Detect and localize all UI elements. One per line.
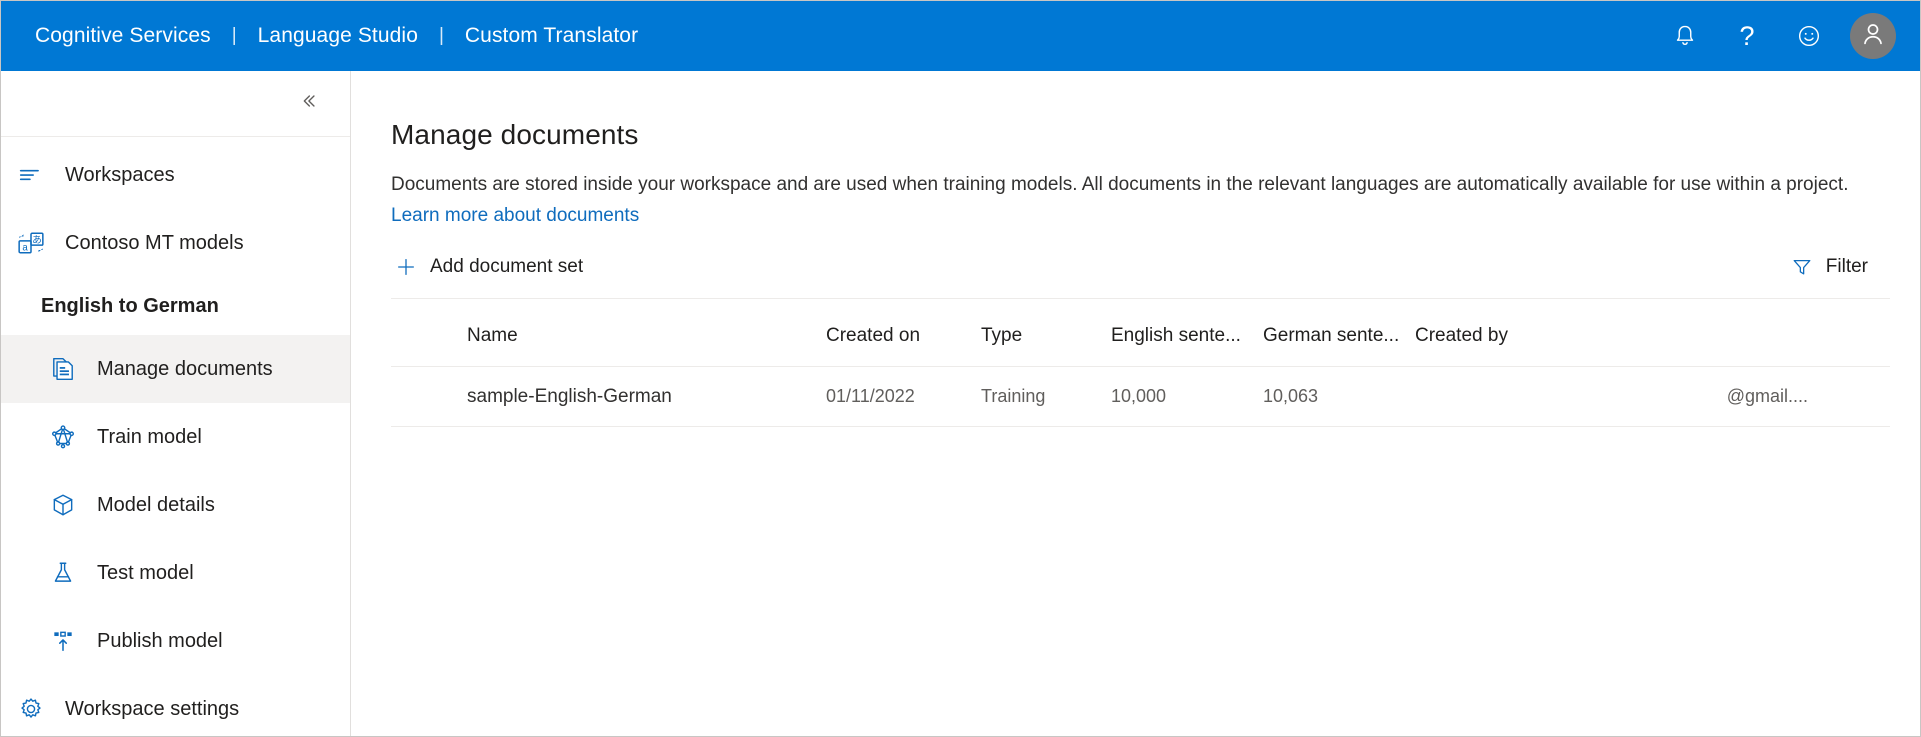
funnel-icon [1791,256,1813,278]
brand-breadcrumb: Cognitive Services | Language Studio | C… [35,24,638,48]
page-description-text: Documents are stored inside your workspa… [391,174,1849,195]
question-mark-icon: ? [1739,20,1755,51]
documents-icon [41,356,85,382]
sidebar-item-label: Contoso MT models [65,231,244,254]
documents-table: Name Created on Type English sente... Ge… [391,305,1890,427]
package-icon [41,492,85,518]
table-row[interactable]: sample-English-German 01/11/2022 Trainin… [391,367,1890,427]
sidebar-item-label: Publish model [97,629,223,652]
help-button[interactable]: ? [1716,5,1778,67]
app-body: Workspaces a あ Contoso MT models English… [1,71,1920,736]
cell-name: sample-English-German [467,385,672,407]
page-description: Documents are stored inside your workspa… [391,169,1890,231]
cell-german-sentences: 10,063 [1263,386,1319,406]
double-chevron-left-icon [297,90,319,117]
workspaces-icon [9,162,53,188]
svg-text:a: a [22,243,28,254]
collapse-sidebar-button[interactable] [291,87,325,121]
brand-link-language-studio[interactable]: Language Studio [258,24,418,48]
filter-label: Filter [1825,256,1868,277]
translation-models-icon: a あ [9,229,53,257]
gear-icon [9,696,53,722]
cell-created-on: 01/11/2022 [826,386,915,406]
bell-icon [1672,23,1698,49]
cell-english-sentences: 10,000 [1111,386,1167,406]
publish-icon [41,628,85,654]
flask-icon [41,560,85,586]
feedback-button[interactable] [1778,5,1840,67]
custom-translator-app: Cognitive Services | Language Studio | C… [0,0,1921,737]
add-document-set-label: Add document set [430,256,584,277]
brand-separator-1: | [231,25,237,46]
filter-button[interactable]: Filter [1787,250,1890,284]
sidebar-item-label: Workspace settings [65,697,240,720]
main-content-panel: Manage documents Documents are stored in… [351,71,1920,736]
sidebar-item-label: Test model [97,561,194,584]
column-header-name[interactable]: Name [391,325,826,347]
sidebar-item-train-model[interactable]: Train model [1,403,350,471]
column-header-english-sentences[interactable]: English sente... [1111,325,1263,347]
sidebar-item-test-model[interactable]: Test model [1,539,350,607]
sidebar-header [1,71,350,137]
sidebar-item-model-details[interactable]: Model details [1,471,350,539]
sidebar-item-label: Model details [97,493,215,516]
sidebar-item-label: Manage documents [97,357,273,380]
cell-created-by: @gmail.... [1726,386,1808,406]
smiley-icon [1796,23,1822,49]
sidebar-item-manage-documents[interactable]: Manage documents [1,335,350,403]
command-toolbar: Add document set Filter [391,250,1890,299]
column-header-created-on[interactable]: Created on [826,325,981,347]
table-header-row: Name Created on Type English sente... Ge… [391,305,1890,367]
sidebar-item-contoso-mt-models[interactable]: a あ Contoso MT models [1,209,350,277]
sidebar-project-section-label: English to German [41,294,219,317]
sidebar-item-publish-model[interactable]: Publish model [1,607,350,675]
brand-link-cognitive-services[interactable]: Cognitive Services [35,24,211,48]
sidebar-item-label: Workspaces [65,163,175,186]
column-header-german-sentences[interactable]: German sente... [1263,325,1415,347]
add-document-set-button[interactable]: Add document set [391,250,587,284]
cell-type: Training [981,386,1046,406]
brand-link-custom-translator[interactable]: Custom Translator [465,24,638,48]
sidebar-item-workspaces[interactable]: Workspaces [1,141,350,209]
header-actions: ? [1654,5,1896,67]
plus-icon [395,256,417,278]
account-button[interactable] [1850,13,1896,59]
learn-more-link[interactable]: Learn more about documents [391,205,639,226]
page-title: Manage documents [391,119,639,150]
column-header-created-by[interactable]: Created by [1415,325,1890,347]
sidebar-item-workspace-settings[interactable]: Workspace settings [1,675,350,736]
train-model-icon [41,424,85,450]
account-avatar-icon [1858,19,1888,54]
top-header-bar: Cognitive Services | Language Studio | C… [1,1,1920,71]
sidebar-nav: Workspaces a あ Contoso MT models English… [1,137,350,736]
left-navigation-sidebar: Workspaces a あ Contoso MT models English… [1,71,351,736]
notifications-button[interactable] [1654,5,1716,67]
svg-text:あ: あ [32,234,42,246]
sidebar-item-label: Train model [97,425,202,448]
column-header-type[interactable]: Type [981,325,1111,347]
brand-separator-2: | [438,25,444,46]
